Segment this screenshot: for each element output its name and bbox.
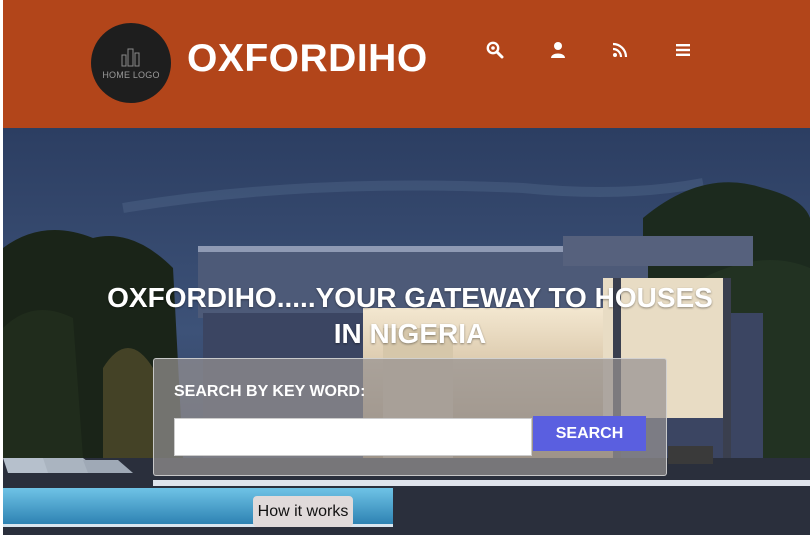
search-button[interactable]: SEARCH xyxy=(533,416,646,451)
site-brand[interactable]: OXFORDIHO xyxy=(187,37,428,81)
keyword-search-input[interactable] xyxy=(174,418,532,456)
menu-icon[interactable] xyxy=(673,40,693,60)
search-panel: SEARCH BY KEY WORD: SEARCH xyxy=(153,358,667,476)
hero-section: OXFORDIHO.....YOUR GATEWAY TO HOUSES IN … xyxy=(3,128,810,535)
rss-icon[interactable] xyxy=(610,40,630,60)
how-it-works-button[interactable]: How it works xyxy=(253,496,353,527)
building-logo-icon xyxy=(121,48,140,66)
user-icon[interactable] xyxy=(548,40,568,60)
logo-text: HOME LOGO xyxy=(102,69,160,80)
home-logo[interactable]: HOME LOGO xyxy=(91,23,171,103)
search-icon[interactable] xyxy=(485,40,505,60)
search-label: SEARCH BY KEY WORD: xyxy=(174,383,366,400)
hero-title: OXFORDIHO.....YOUR GATEWAY TO HOUSES IN … xyxy=(107,282,713,349)
site-header: HOME LOGO OXFORDIHO xyxy=(3,0,810,128)
